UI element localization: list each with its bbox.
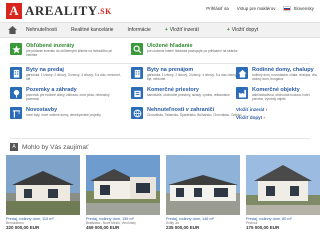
recommended-title: Mohlo by Vás zaujímať [22,143,89,151]
building-icon [131,67,143,79]
language-select[interactable]: Slovensky [293,6,314,11]
listing-photo[interactable] [86,155,160,215]
listing-card[interactable]: Predaj, rodinný dom, 80 m² Pezinok 175 0… [246,155,320,245]
category-subtitle: nové byty, nové rodinné domy, developers… [26,113,101,117]
recommended-cards: Predaj, rodinný dom, 115 m² Bernolákovo … [2,155,320,245]
category-subtitle: administratívna, obchodná budova, hotel,… [252,93,311,101]
category-flats-rent[interactable]: Byty na prenájom garsónka, 1 izbový, 2 iz… [131,67,242,82]
category-flats-sale[interactable]: Byty na predaj garsónka, 1 izbový, 2 izbo… [10,67,121,82]
arrow-right-icon: › [263,115,265,120]
listing-photo[interactable] [246,155,320,215]
listing-price: 235 000,00 EUR [166,225,200,230]
post-listing-link[interactable]: Vložiť inzerát › [236,107,267,112]
crane-icon [10,107,22,119]
listing-price: 320 000,00 EUR [6,225,40,230]
category-abroad[interactable]: Nehnuteľnosti v zahraničí Chorvátsko, Tal… [131,107,242,119]
nav-post-listing[interactable]: + Vložiť inzerát [165,27,213,33]
post-demand-label: Vložiť dopyt [236,115,263,120]
listing-photo[interactable] [6,155,80,215]
site-logo[interactable]: A AREALITY.SK [6,3,112,19]
house-photo-image [6,155,80,215]
nav-post-label: Vložiť inzerát [169,27,199,33]
top-links: Prihlásiť sa Vstup pre maklérov Slovensk… [198,6,314,11]
category-houses[interactable]: Rodinné domy, chalupy rodinný dom, novost… [236,67,320,82]
recommended-heading: A Mohlo by Vás zaujímať [10,143,88,151]
category-commercial-objects[interactable]: Komerčné objekty administratívna, obchodn… [236,87,320,102]
listing-card[interactable]: Predaj, rodinný dom, 146 m² Svätý Jur 23… [166,155,240,245]
category-subtitle: rodinný dom, novostavba, chata, chalupa,… [252,73,318,81]
plus-icon: + [226,27,230,33]
search-icon [131,43,143,55]
header: A AREALITY.SK Prihlásiť sa Vstup pre mak… [0,0,320,22]
category-subtitle: pre uloženie kritérií hľadania postupujt… [147,49,238,53]
house-photo-image [246,155,320,215]
factory-icon [236,87,248,99]
category-saved-search[interactable]: Uložené hľadanie pre uloženie kritérií hľ… [131,43,257,55]
logo-text: AREALITY.SK [25,3,112,19]
logo-name: AREALITY [25,3,98,18]
tree-icon [10,87,22,99]
home-icon[interactable] [8,26,17,34]
nav-demand-label: Vložiť dopyt [231,27,259,33]
star-icon [10,43,22,55]
category-subtitle: pre pridanie inzerátu do obľúbených klik… [26,49,113,57]
listing-card[interactable]: Predaj, rodinný dom, 115 m² Bernolákovo … [6,155,80,245]
category-favorites[interactable]: Obľúbené inzeráty pre pridanie inzerátu d… [10,43,121,58]
arrow-right-icon: › [265,107,268,112]
login-link[interactable]: Prihlásiť sa [206,6,228,11]
house-icon [236,67,248,79]
listing-price: 459 000,00 EUR [86,225,120,230]
building-icon [10,67,22,79]
nav-item-properties[interactable]: Nehnuteľnosti [26,27,57,33]
listing-price: 175 000,00 EUR [246,225,280,230]
category-subtitle: pozemok pre rodinné domy, záhrada, orná … [26,93,110,101]
house-photo-image [86,155,160,215]
category-subtitle: kancelárie, obchodné priestory, sklady, … [147,93,230,97]
broker-login-link[interactable]: Vstup pre maklérov [237,6,276,11]
post-listing-label: Vložiť inzerát [236,107,265,112]
listing-photo[interactable] [166,155,240,215]
bookmark-icon: A [10,143,18,151]
post-links: Vložiť inzerát › Vložiť dopyt › [236,107,267,120]
office-icon [131,87,143,99]
post-demand-link[interactable]: Vložiť dopyt › [236,115,267,120]
main-nav: Nehnuteľnosti Realitné kancelárie Inform… [0,22,320,38]
divider [10,63,310,64]
house-photo-image [166,155,240,215]
logo-mark: A [6,3,22,19]
listing-card[interactable]: Predaj, rodinný dom, 159 m² Bratislava -… [86,155,160,245]
logo-suffix: .SK [97,7,112,16]
category-commercial-spaces[interactable]: Komerčné priestory kancelárie, obchodné p… [131,87,242,99]
nav-post-demand[interactable]: + Vložiť dopyt [227,27,272,33]
nav-item-info[interactable]: Informácie [127,27,150,33]
globe-icon [131,107,143,119]
plus-icon: + [164,27,168,33]
category-subtitle: garsónka, 1 izbový, 2 izbový, 3 izbový, … [26,73,121,81]
category-subtitle: garsónka, 1 izbový, 2 izbový, 3 izbový, … [147,73,237,81]
category-subtitle: Chorvátsko, Taliansko, Španielsko, Bulha… [147,113,242,117]
divider [10,138,310,139]
category-new-builds[interactable]: Novostavby nové byty, nové rodinné domy, … [10,107,121,119]
slovak-flag-icon[interactable] [283,6,292,11]
nav-item-agencies[interactable]: Realitné kancelárie [71,27,114,33]
category-land[interactable]: Pozemky a záhrady pozemok pre rodinné dom… [10,87,121,102]
